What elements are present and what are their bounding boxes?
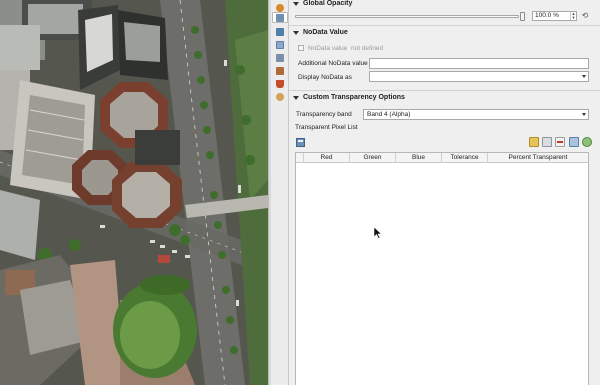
properties-tab-strip <box>271 0 289 385</box>
transparency-band-value: Band 4 (Alpha) <box>367 111 411 118</box>
opacity-spinbox[interactable]: 100.0 % ▲ ▼ <box>532 11 577 21</box>
transparent-pixel-list-label: Transparent Pixel List <box>295 124 358 131</box>
spin-arrows-icon[interactable]: ▲ ▼ <box>570 12 576 20</box>
nodata-checkbox[interactable] <box>298 45 304 51</box>
pyramids-icon[interactable] <box>274 79 286 90</box>
custom-transparency-title: Custom Transparency Options <box>303 94 405 101</box>
mouse-pointer-icon <box>374 227 382 239</box>
column-red[interactable]: Red <box>304 153 350 163</box>
opacity-value: 100.0 % <box>535 12 559 19</box>
opacity-slider-track[interactable] <box>295 15 519 18</box>
column-green[interactable]: Green <box>350 153 396 163</box>
transparency-properties-panel: Global Opacity 100.0 % ▲ ▼ ⟲ NoData Value… <box>289 0 600 385</box>
nodata-title: NoData Value <box>303 29 348 36</box>
dropdown-arrow-icon <box>582 75 586 78</box>
dropdown-arrow-icon <box>582 113 586 116</box>
symbology-icon[interactable] <box>274 27 286 38</box>
save-icon[interactable] <box>296 138 305 147</box>
map-canvas[interactable] <box>0 0 268 385</box>
load-from-file-icon[interactable] <box>569 137 579 147</box>
collapse-triangle-icon <box>293 95 299 100</box>
collapse-triangle-icon <box>293 30 299 35</box>
export-to-file-icon[interactable] <box>582 137 592 147</box>
transparency-band-label: Transparency band <box>296 111 352 118</box>
column-blue[interactable]: Blue <box>396 153 442 163</box>
nodata-checkbox-value: not defined <box>351 45 384 52</box>
column-percent-transparent[interactable]: Percent Transparent <box>488 153 588 163</box>
transparency-band-select[interactable]: Band 4 (Alpha) <box>363 109 589 120</box>
remove-entry-icon[interactable] <box>555 137 565 147</box>
nodata-header[interactable]: NoData Value <box>289 27 600 38</box>
display-nodata-label: Display NoData as <box>298 74 352 81</box>
additional-nodata-label: Additional NoData value <box>298 60 368 67</box>
display-nodata-color-button[interactable] <box>369 71 589 82</box>
rendering-icon[interactable] <box>274 66 286 77</box>
add-pixel-values-icon[interactable] <box>529 137 539 147</box>
column-tolerance[interactable]: Tolerance <box>442 153 488 163</box>
transparent-pixel-table[interactable]: Red Green Blue Tolerance Percent Transpa… <box>295 152 589 385</box>
additional-nodata-input[interactable] <box>369 58 589 69</box>
reset-opacity-icon[interactable]: ⟲ <box>580 11 590 21</box>
opacity-slider-handle[interactable] <box>520 12 525 21</box>
global-opacity-header[interactable]: Global Opacity <box>289 0 600 9</box>
histogram-icon[interactable] <box>274 53 286 64</box>
add-values-manually-icon[interactable] <box>542 137 552 147</box>
metadata-icon[interactable] <box>274 92 286 103</box>
nodata-checkbox-label: NoData value <box>308 45 348 52</box>
collapse-triangle-icon <box>293 1 299 6</box>
source-icon[interactable] <box>272 12 288 23</box>
aerial-imagery <box>0 0 268 385</box>
table-header: Red Green Blue Tolerance Percent Transpa… <box>296 153 588 163</box>
global-opacity-title: Global Opacity <box>303 0 353 7</box>
custom-transparency-header[interactable]: Custom Transparency Options <box>289 92 600 103</box>
transparency-icon[interactable] <box>274 40 286 51</box>
